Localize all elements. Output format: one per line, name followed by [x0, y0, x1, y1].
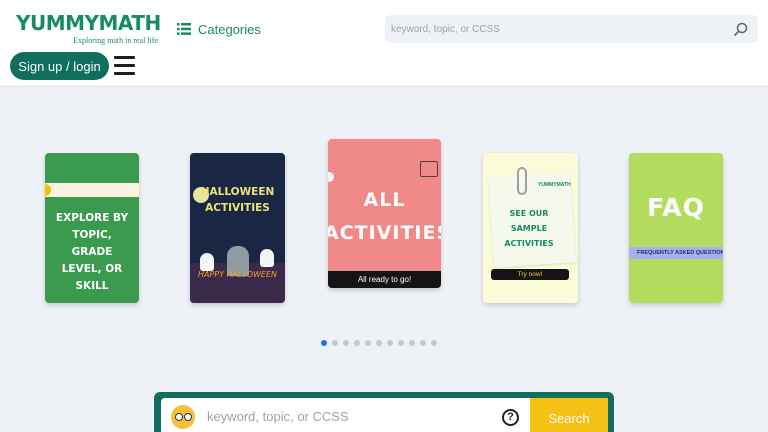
carousel-card-all-activities[interactable]: ALL ACTIVITIES All ready to go!: [328, 139, 441, 288]
header-search-bar: [385, 15, 758, 43]
site-logo[interactable]: YUMMYMATH Exploring math in real life: [16, 11, 161, 48]
categories-label: Categories: [198, 21, 261, 37]
card-sample-brand: YUMMYMATH: [538, 182, 571, 188]
card-all-subtext: All ready to go!: [328, 271, 441, 288]
ghost-icon: [200, 253, 214, 271]
main-search-field: ?: [161, 398, 530, 432]
main-search-bar: ? Search: [154, 392, 614, 432]
pagination-dot[interactable]: [398, 340, 404, 346]
pagination-dot[interactable]: [387, 340, 393, 346]
card-faq-subtext: FREQUENTLY ASKED QUESTIONS: [629, 247, 723, 259]
card-faq-title: FAQ: [647, 193, 705, 222]
search-icon[interactable]: [734, 22, 748, 36]
carousel-card-faq[interactable]: FAQ FREQUENTLY ASKED QUESTIONS: [629, 153, 723, 303]
header-search-input[interactable]: [391, 20, 721, 38]
card-explore-text: EXPLORE BY TOPIC, GRADE LEVEL, OR SKILL: [55, 212, 129, 292]
help-icon[interactable]: ?: [502, 409, 519, 426]
pagination-dot[interactable]: [343, 340, 349, 346]
hamburger-icon[interactable]: [114, 56, 136, 76]
logo-tagline: Exploring math in real life: [73, 36, 158, 45]
main-search-input[interactable]: [207, 404, 487, 428]
card-all-title: ALL ACTIVITIES: [328, 189, 441, 244]
list-icon: [177, 23, 191, 35]
carousel-pagination: [321, 340, 437, 347]
pagination-dot[interactable]: [354, 340, 360, 346]
site-header: YUMMYMATH Exploring math in real life Ca…: [0, 0, 768, 87]
search-button[interactable]: Search: [530, 398, 608, 432]
card-halloween-title: HALLOWEEN ACTIVITIES: [200, 186, 275, 214]
pagination-dot[interactable]: [321, 340, 327, 346]
card-sample-subtext: Try now!: [491, 269, 569, 280]
pagination-dot[interactable]: [409, 340, 415, 346]
pagination-dot[interactable]: [431, 340, 437, 346]
pagination-dot[interactable]: [365, 340, 371, 346]
card-halloween-subtext: HAPPY HALLOWEEN: [197, 270, 278, 279]
pagination-dot[interactable]: [332, 340, 338, 346]
ghost-icon: [260, 249, 274, 267]
carousel-card-sample[interactable]: YUMMYMATH SEE OUR SAMPLE ACTIVITIES Try …: [483, 153, 578, 303]
card-strip: [45, 183, 139, 197]
card-sample-text: SEE OUR SAMPLE ACTIVITIES: [504, 209, 554, 248]
categories-menu[interactable]: Categories: [177, 19, 261, 39]
carousel-card-explore[interactable]: EXPLORE BY TOPIC, GRADE LEVEL, OR SKILL: [45, 153, 139, 303]
pagination-dot[interactable]: [420, 340, 426, 346]
logo-title: YUMMYMATH: [16, 11, 161, 35]
paperclip-icon: [517, 167, 527, 195]
pagination-dot[interactable]: [376, 340, 382, 346]
puzzle-icon: [420, 161, 438, 177]
carousel-card-halloween[interactable]: HALLOWEEN ACTIVITIES HAPPY HALLOWEEN: [190, 153, 285, 303]
lightbulb-icon: [328, 172, 334, 182]
signup-login-button[interactable]: Sign up / login: [10, 52, 109, 80]
owl-icon: [171, 405, 195, 429]
